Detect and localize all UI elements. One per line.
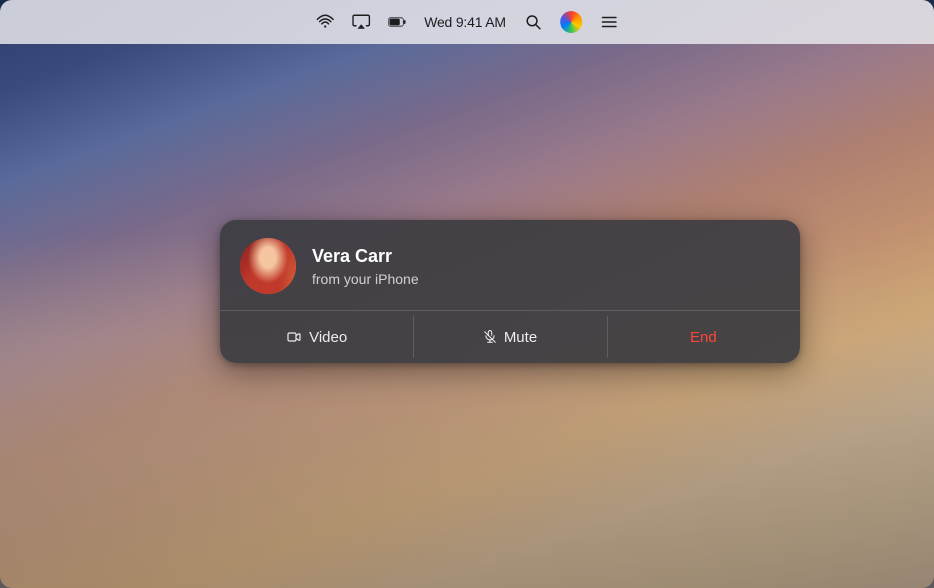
- notification-header: Vera Carr from your iPhone: [220, 220, 800, 310]
- video-button[interactable]: Video: [220, 311, 413, 363]
- caller-subtitle: from your iPhone: [312, 271, 780, 287]
- caller-info: Vera Carr from your iPhone: [312, 245, 780, 286]
- airplay-icon[interactable]: [352, 13, 370, 31]
- caller-name: Vera Carr: [312, 245, 780, 268]
- video-camera-icon: [286, 329, 302, 345]
- end-button-label: End: [690, 329, 717, 346]
- mute-button-label: Mute: [504, 329, 537, 346]
- menu-bar-clock[interactable]: Wed 9:41 AM: [424, 14, 506, 30]
- end-button[interactable]: End: [607, 311, 800, 363]
- notification-card: Vera Carr from your iPhone Video: [220, 220, 800, 363]
- search-icon[interactable]: [524, 13, 542, 31]
- wifi-icon[interactable]: [316, 13, 334, 31]
- mute-button[interactable]: Mute: [413, 311, 606, 363]
- video-button-label: Video: [309, 329, 347, 346]
- clock-time-text: Wed 9:41 AM: [424, 14, 506, 30]
- siri-icon[interactable]: [560, 11, 582, 33]
- caller-avatar: [240, 238, 296, 294]
- menu-bar-center: Wed 9:41 AM: [316, 11, 618, 33]
- notification-actions: Video Mute End: [220, 311, 800, 363]
- battery-icon[interactable]: [388, 13, 406, 31]
- control-center-icon[interactable]: [600, 13, 618, 31]
- menu-bar: Wed 9:41 AM: [0, 0, 934, 44]
- microphone-slash-icon: [483, 329, 497, 345]
